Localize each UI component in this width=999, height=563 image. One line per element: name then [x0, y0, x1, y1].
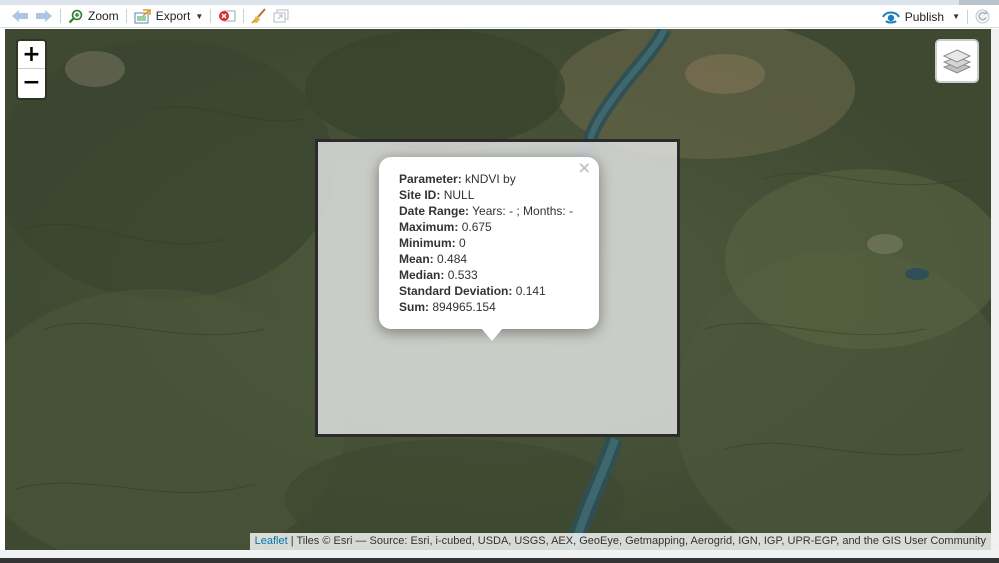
popup-row-mean: Mean: 0.484 — [399, 251, 579, 267]
popup-label: Median: — [399, 268, 445, 282]
forward-button[interactable] — [32, 5, 56, 28]
popup-label: Parameter: — [399, 172, 462, 186]
clear-button[interactable] — [215, 5, 239, 28]
zoom-in-button[interactable]: + — [18, 41, 45, 69]
right-scroll-gutter — [991, 29, 999, 550]
export-icon — [134, 8, 151, 23]
publish-label: Publish — [904, 9, 945, 24]
popup-value: kNDVI by — [465, 172, 516, 186]
popup-label: Maximum: — [399, 220, 459, 234]
toolbar-separator — [60, 9, 61, 23]
popup-value: 0.141 — [515, 284, 546, 298]
popup-label: Standard Deviation: — [399, 284, 513, 298]
popup-label: Date Range: — [399, 204, 470, 218]
popup-row-maximum: Maximum: 0.675 — [399, 219, 579, 235]
popup-tip — [481, 328, 503, 341]
forward-arrow-icon — [36, 10, 52, 22]
refresh-icon — [975, 9, 990, 24]
publish-button[interactable]: Publish ▼ — [879, 5, 963, 28]
popup-close-button[interactable]: × — [578, 160, 591, 176]
publish-dropdown-caret-icon: ▼ — [952, 12, 960, 21]
popup-value: 0.675 — [461, 220, 492, 234]
toolbar-separator — [243, 9, 245, 23]
popup-row-site-id: Site ID: NULL — [399, 187, 579, 203]
popup-label: Site ID: — [399, 188, 441, 202]
clear-all-brush-button[interactable] — [248, 5, 270, 28]
popup-value: 0.533 — [447, 268, 478, 282]
publish-icon — [881, 11, 900, 23]
popup-row-parameter: Parameter: kNDVI by — [399, 171, 579, 187]
popup-label: Sum: — [399, 300, 429, 314]
zoom-out-button[interactable]: − — [18, 69, 45, 97]
brush-icon — [251, 8, 267, 24]
map-attribution: Leaflet | Tiles © Esri — Source: Esri, i… — [249, 533, 991, 550]
map-view[interactable]: + − × Parameter: kNDVI by Site ID: NULL … — [5, 29, 991, 550]
popup-value: NULL — [443, 188, 475, 202]
toolbar-right-group: Publish ▼ — [879, 5, 999, 28]
popup-row-date-range: Date Range: Years: - ; Months: - — [399, 203, 579, 219]
popup-row-median: Median: 0.533 — [399, 267, 579, 283]
export-button[interactable]: Export ▼ — [131, 5, 207, 28]
popup-row-minimum: Minimum: 0 — [399, 235, 579, 251]
zoom-control: + − — [16, 39, 47, 100]
toolbar-separator — [125, 9, 127, 23]
popup-row-standard-deviation: Standard Deviation: 0.141 — [399, 283, 579, 299]
popup-value: 894965.154 — [432, 300, 496, 314]
bottom-strip — [0, 550, 999, 558]
zoom-magnifier-icon — [68, 9, 83, 23]
zoom-label: Zoom — [88, 9, 119, 23]
export-dropdown-caret-icon: ▼ — [195, 11, 204, 21]
export-label: Export — [155, 9, 191, 23]
attribution-text: | Tiles © Esri — Source: Esri, i-cubed, … — [287, 535, 986, 547]
back-arrow-icon — [12, 10, 28, 22]
toolbar-separator — [210, 9, 212, 23]
popup-label: Minimum: — [399, 236, 456, 250]
refresh-button[interactable] — [972, 5, 993, 28]
back-button[interactable] — [8, 5, 32, 28]
leaflet-link[interactable]: Leaflet — [255, 535, 288, 547]
viewer-toolbar: Zoom Export ▼ Publish ▼ — [0, 5, 999, 28]
zoom-button[interactable]: Zoom — [65, 5, 122, 28]
popout-button[interactable] — [270, 5, 292, 28]
popup-value: 0 — [459, 236, 466, 250]
statistics-popup: × Parameter: kNDVI by Site ID: NULL Date… — [379, 157, 599, 329]
popup-row-sum: Sum: 894965.154 — [399, 299, 579, 315]
popup-label: Mean: — [399, 252, 434, 266]
layers-icon — [943, 49, 971, 74]
clear-icon — [219, 10, 236, 22]
popup-value: 0.484 — [437, 252, 468, 266]
popout-icon — [273, 9, 289, 23]
bottom-bar — [0, 558, 999, 563]
toolbar-separator — [967, 9, 968, 24]
popup-value: Years: - ; Months: - — [472, 204, 574, 218]
layers-control-button[interactable] — [935, 39, 979, 83]
